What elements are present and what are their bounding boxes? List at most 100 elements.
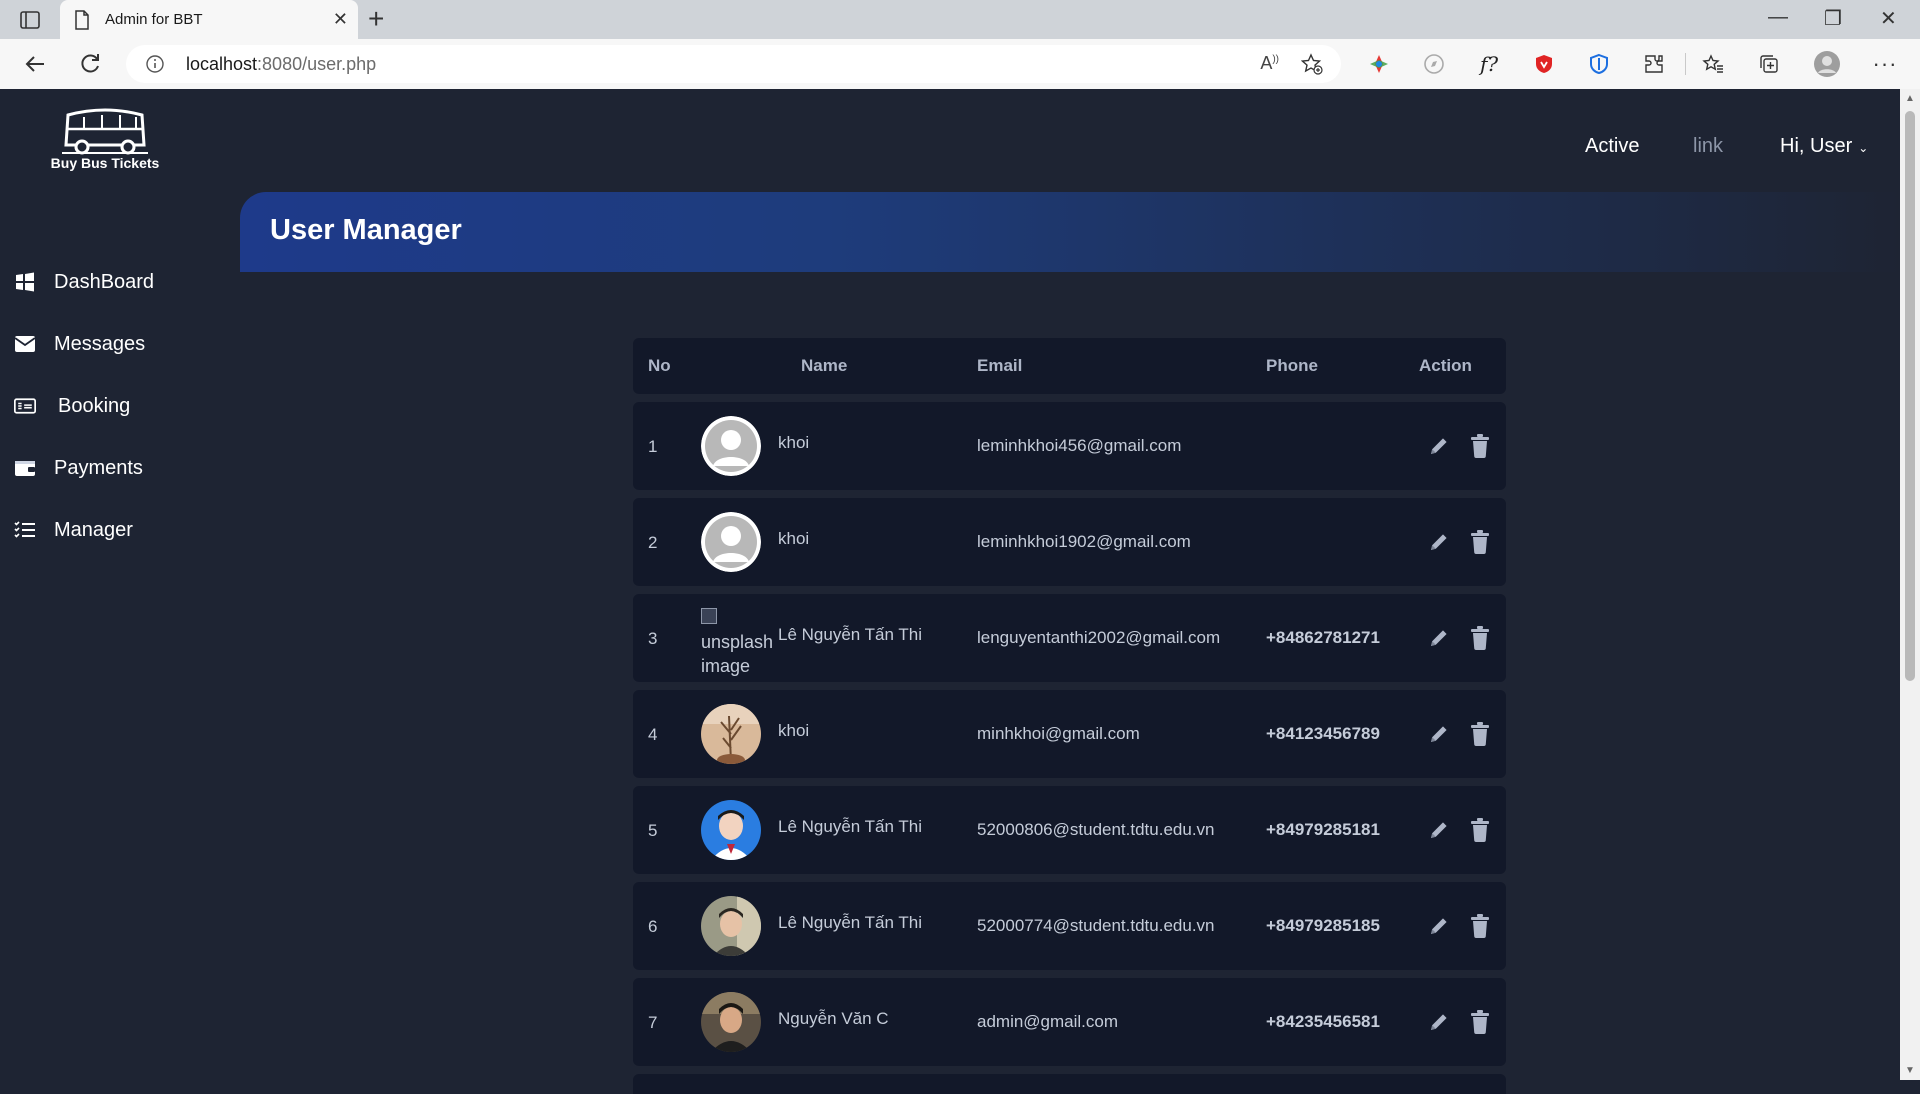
read-aloud-icon[interactable]: A)) xyxy=(1260,53,1279,74)
browser-tab-bar: Admin for BBT ✕ + — ❐ ✕ xyxy=(0,0,1920,39)
sidebar-item-label: DashBoard xyxy=(54,270,155,293)
user-name: khoi xyxy=(778,433,810,452)
browser-tab[interactable]: Admin for BBT ✕ xyxy=(60,0,358,39)
page-scrollbar[interactable]: ▲ ▼ xyxy=(1900,89,1920,1080)
collections-icon[interactable] xyxy=(1756,51,1782,77)
page-title: User Manager xyxy=(270,214,462,246)
table-row: 1 khoi leminhkhoi456@gmail.com xyxy=(633,402,1506,490)
address-bar[interactable]: localhost:8080/user.php A)) xyxy=(126,45,1341,83)
row-number: 2 xyxy=(648,533,658,552)
column-header-email: Email xyxy=(977,356,1023,375)
delete-trash-icon[interactable] xyxy=(1470,914,1492,938)
compass-extension-icon[interactable] xyxy=(1421,51,1447,77)
delete-trash-icon[interactable] xyxy=(1470,722,1492,746)
site-info-icon[interactable] xyxy=(146,55,164,73)
table-header: No Name Email Phone Action xyxy=(633,338,1506,394)
row-number: 7 xyxy=(648,1013,658,1032)
add-favorite-icon[interactable] xyxy=(1300,53,1323,75)
table-row: 4 khoi minhkhoi@gmail.com +84123456789 xyxy=(633,690,1506,778)
nav-link[interactable]: link xyxy=(1693,135,1723,158)
row-number: 6 xyxy=(648,917,658,936)
edit-pencil-icon[interactable] xyxy=(1428,723,1450,745)
user-name: Lê Nguyễn Tấn Thi xyxy=(778,913,922,932)
edit-pencil-icon[interactable] xyxy=(1428,531,1450,553)
delete-trash-icon[interactable] xyxy=(1470,626,1492,650)
more-menu-icon[interactable]: ··· xyxy=(1872,51,1898,77)
nav-active-link[interactable]: Active xyxy=(1585,135,1639,158)
back-icon[interactable] xyxy=(22,51,48,77)
font-extension-icon[interactable]: f? xyxy=(1476,51,1502,77)
table-row-partial xyxy=(633,1074,1506,1094)
user-greeting: Hi, User xyxy=(1780,135,1853,157)
close-tab-icon[interactable]: ✕ xyxy=(333,9,348,29)
delete-trash-icon[interactable] xyxy=(1470,1010,1492,1034)
new-tab-icon[interactable]: + xyxy=(368,4,384,34)
user-phone: +84862781271 xyxy=(1266,628,1380,647)
shield-blue-extension-icon[interactable] xyxy=(1586,51,1612,77)
user-phone: +84979285181 xyxy=(1266,820,1380,839)
avatar xyxy=(701,800,761,860)
table-row: 7 Nguyễn Văn C admin@gmail.com +84235456… xyxy=(633,978,1506,1066)
row-number: 3 xyxy=(648,629,658,648)
avatar xyxy=(701,416,761,476)
sidebar-item-booking[interactable]: Booking xyxy=(14,391,130,421)
avatar xyxy=(701,896,761,956)
favorites-icon[interactable] xyxy=(1700,51,1726,77)
edit-pencil-icon[interactable] xyxy=(1428,435,1450,457)
extensions-icon[interactable] xyxy=(1641,51,1667,77)
shield-red-extension-icon[interactable] xyxy=(1531,51,1557,77)
table-row: 6 Lê Nguyễn Tấn Thi 52000774@student.tdt… xyxy=(633,882,1506,970)
dashboard-icon xyxy=(14,271,36,293)
chevron-down-icon: ⌄ xyxy=(1858,141,1869,155)
color-extension-icon[interactable] xyxy=(1366,51,1392,77)
scroll-down-icon[interactable]: ▼ xyxy=(1905,1065,1915,1076)
avatar-alt-text: unsplash image xyxy=(701,632,774,676)
sidebar-item-label: Manager xyxy=(54,518,133,541)
sidebar-item-dashboard[interactable]: DashBoard xyxy=(14,267,154,297)
column-header-no: No xyxy=(648,356,671,375)
profile-icon[interactable] xyxy=(1814,51,1840,77)
minimize-icon[interactable]: — xyxy=(1768,6,1788,29)
row-number: 5 xyxy=(648,821,658,840)
avatar xyxy=(701,992,761,1052)
delete-trash-icon[interactable] xyxy=(1470,530,1492,554)
envelope-icon xyxy=(14,333,36,355)
scroll-up-icon[interactable]: ▲ xyxy=(1905,93,1915,104)
user-name: khoi xyxy=(778,721,810,740)
column-header-name: Name xyxy=(801,356,848,375)
edit-pencil-icon[interactable] xyxy=(1428,819,1450,841)
sidebar-item-label: Messages xyxy=(54,332,146,355)
sidebar-item-manager[interactable]: Manager xyxy=(14,515,133,545)
user-email: admin@gmail.com xyxy=(977,1012,1119,1031)
ticket-icon xyxy=(14,395,36,417)
user-name: Lê Nguyễn Tấn Thi xyxy=(778,625,922,644)
user-phone: +84123456789 xyxy=(1266,724,1380,743)
edit-pencil-icon[interactable] xyxy=(1428,1011,1450,1033)
browser-toolbar: localhost:8080/user.php A)) f? ··· xyxy=(0,39,1920,90)
reload-icon[interactable] xyxy=(77,51,103,77)
logo-text: Buy Bus Tickets xyxy=(50,155,160,171)
close-window-icon[interactable]: ✕ xyxy=(1880,6,1897,31)
delete-trash-icon[interactable] xyxy=(1470,434,1492,458)
user-email: minhkhoi@gmail.com xyxy=(977,724,1140,743)
scrollbar-thumb[interactable] xyxy=(1905,111,1915,681)
delete-trash-icon[interactable] xyxy=(1470,818,1492,842)
user-name: Lê Nguyễn Tấn Thi xyxy=(778,817,922,836)
sidebar-item-label: Payments xyxy=(54,456,143,479)
edit-pencil-icon[interactable] xyxy=(1428,627,1450,649)
sidebar-item-label: Booking xyxy=(58,394,131,417)
tab-title: Admin for BBT xyxy=(105,11,203,28)
avatar xyxy=(701,704,761,764)
tab-actions-icon[interactable] xyxy=(18,8,42,32)
user-menu[interactable]: Hi, User ⌄ xyxy=(1780,135,1868,158)
sidebar-item-payments[interactable]: Payments xyxy=(14,453,143,483)
user-name: Nguyễn Văn C xyxy=(778,1009,889,1028)
avatar xyxy=(701,512,761,572)
edit-pencil-icon[interactable] xyxy=(1428,915,1450,937)
user-email: leminhkhoi456@gmail.com xyxy=(977,436,1182,455)
user-phone: +84235456581 xyxy=(1266,1012,1380,1031)
restore-icon[interactable]: ❐ xyxy=(1824,6,1842,31)
url-text[interactable]: localhost:8080/user.php xyxy=(186,54,376,75)
logo[interactable]: Buy Bus Tickets xyxy=(50,107,160,177)
sidebar-item-messages[interactable]: Messages xyxy=(14,329,145,359)
